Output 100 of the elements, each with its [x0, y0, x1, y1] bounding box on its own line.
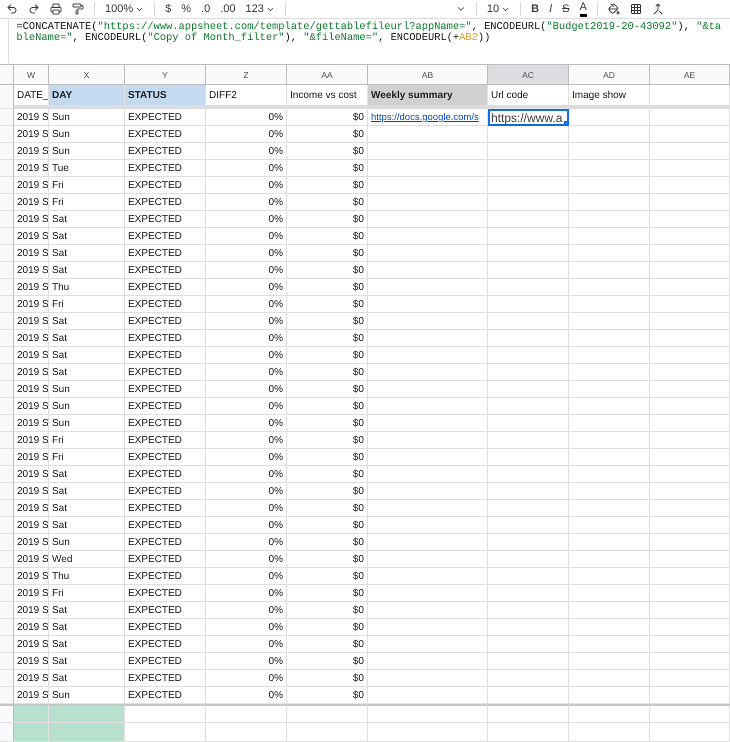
printer-icon[interactable]	[50, 3, 62, 15]
status-cell: EXPECTED	[125, 483, 206, 500]
summary-link[interactable]: https://docs.google.com/s	[371, 112, 479, 122]
date-cell: 2019 S	[14, 483, 49, 500]
column-header[interactable]: AD	[569, 65, 650, 85]
row-header[interactable]	[0, 432, 14, 449]
row-header[interactable]	[0, 211, 14, 228]
corner-cell[interactable]	[0, 65, 14, 85]
row-header[interactable]	[0, 551, 14, 568]
header-cell: DAY	[49, 85, 125, 109]
fill-handle[interactable]	[564, 121, 568, 125]
row-header[interactable]	[0, 568, 14, 585]
row-header[interactable]	[0, 619, 14, 636]
status-cell: EXPECTED	[125, 415, 206, 432]
day-cell: Fri	[49, 585, 125, 602]
column-header[interactable]: AE	[650, 65, 730, 85]
row-header[interactable]	[0, 296, 14, 313]
redo-icon[interactable]	[28, 3, 40, 15]
row-header[interactable]	[0, 313, 14, 330]
column-header[interactable]: W	[14, 65, 49, 85]
row-header[interactable]	[0, 143, 14, 160]
row-header[interactable]	[0, 228, 14, 245]
borders-icon[interactable]	[630, 3, 642, 15]
font-size-dropdown[interactable]: 10	[486, 2, 510, 16]
italic-button[interactable]: I	[549, 2, 552, 16]
income-cell: $0	[287, 585, 368, 602]
diff-cell: 0%	[206, 534, 287, 551]
selected-cell[interactable]	[14, 704, 49, 723]
column-header[interactable]: Y	[125, 65, 206, 85]
income-cell: $0	[287, 432, 368, 449]
row-header[interactable]	[0, 483, 14, 500]
row-header[interactable]	[0, 85, 14, 109]
row-header[interactable]	[0, 687, 14, 704]
percent-button[interactable]: %	[181, 2, 192, 16]
selected-cell[interactable]	[49, 723, 125, 742]
strikethrough-button[interactable]: S	[562, 2, 570, 16]
column-header[interactable]: AC	[488, 65, 569, 85]
row-header[interactable]	[0, 723, 14, 742]
row-header[interactable]	[0, 415, 14, 432]
column-header[interactable]: Z	[206, 65, 287, 85]
paint-bucket-icon[interactable]	[608, 3, 620, 15]
column-header[interactable]: AA	[287, 65, 368, 85]
currency-button[interactable]: $	[165, 2, 172, 16]
selected-cell[interactable]	[14, 723, 49, 742]
status-cell: EXPECTED	[125, 330, 206, 347]
increase-decimals-button[interactable]: .00	[220, 2, 236, 16]
row-header[interactable]	[0, 517, 14, 534]
row-header[interactable]	[0, 160, 14, 177]
day-cell: Sat	[49, 619, 125, 636]
income-cell: $0	[287, 670, 368, 687]
undo-icon[interactable]	[6, 3, 18, 15]
date-cell: 2019 S	[14, 160, 49, 177]
income-cell: $0	[287, 517, 368, 534]
status-cell: EXPECTED	[125, 381, 206, 398]
bold-button[interactable]: B	[531, 2, 540, 16]
row-header[interactable]	[0, 109, 14, 126]
date-cell: 2019 S	[14, 347, 49, 364]
header-cell: DIFF2	[206, 85, 287, 109]
merge-icon[interactable]	[652, 3, 664, 15]
date-cell: 2019 S	[14, 398, 49, 415]
decrease-decimals-button[interactable]: .0	[201, 2, 210, 16]
row-header[interactable]	[0, 653, 14, 670]
row-header[interactable]	[0, 364, 14, 381]
column-header[interactable]: AB	[368, 65, 488, 85]
text-color-button[interactable]: A	[580, 1, 587, 17]
row-header[interactable]	[0, 704, 14, 723]
column-header[interactable]: X	[49, 65, 125, 85]
zoom-dropdown[interactable]: 100%	[105, 2, 144, 16]
row-header[interactable]	[0, 585, 14, 602]
row-header[interactable]	[0, 636, 14, 653]
status-cell: EXPECTED	[125, 398, 206, 415]
active-cell[interactable]: https://www.a	[488, 109, 569, 126]
row-header[interactable]	[0, 194, 14, 211]
status-cell: EXPECTED	[125, 534, 206, 551]
income-cell: $0	[287, 636, 368, 653]
formula-text[interactable]: =CONCATENATE("https://www.appsheet.com/template/gettablefileurl?appName=", ENCODEURL("Budget2019-20-43092"), "&tableName=", ENCODEURL("Copy of Month_filter"), "&fileName=", ENCODEURL(+AB2))	[9, 19, 730, 64]
row-header[interactable]	[0, 330, 14, 347]
date-cell: 2019 S	[14, 500, 49, 517]
paint-roller-icon[interactable]	[72, 3, 84, 15]
row-header[interactable]	[0, 500, 14, 517]
selected-cell[interactable]	[49, 704, 125, 723]
status-cell: EXPECTED	[125, 687, 206, 704]
row-header[interactable]	[0, 670, 14, 687]
number-format-dropdown[interactable]: 123	[246, 2, 275, 16]
row-header[interactable]	[0, 347, 14, 364]
date-cell: 2019 S	[14, 653, 49, 670]
row-header[interactable]	[0, 279, 14, 296]
row-header[interactable]	[0, 262, 14, 279]
row-header[interactable]	[0, 245, 14, 262]
row-header[interactable]	[0, 602, 14, 619]
row-header[interactable]	[0, 398, 14, 415]
date-cell: 2019 S	[14, 551, 49, 568]
row-header[interactable]	[0, 534, 14, 551]
row-header[interactable]	[0, 177, 14, 194]
row-header[interactable]	[0, 381, 14, 398]
day-cell: Fri	[49, 432, 125, 449]
status-cell: EXPECTED	[125, 177, 206, 194]
row-header[interactable]	[0, 449, 14, 466]
row-header[interactable]	[0, 126, 14, 143]
row-header[interactable]	[0, 466, 14, 483]
